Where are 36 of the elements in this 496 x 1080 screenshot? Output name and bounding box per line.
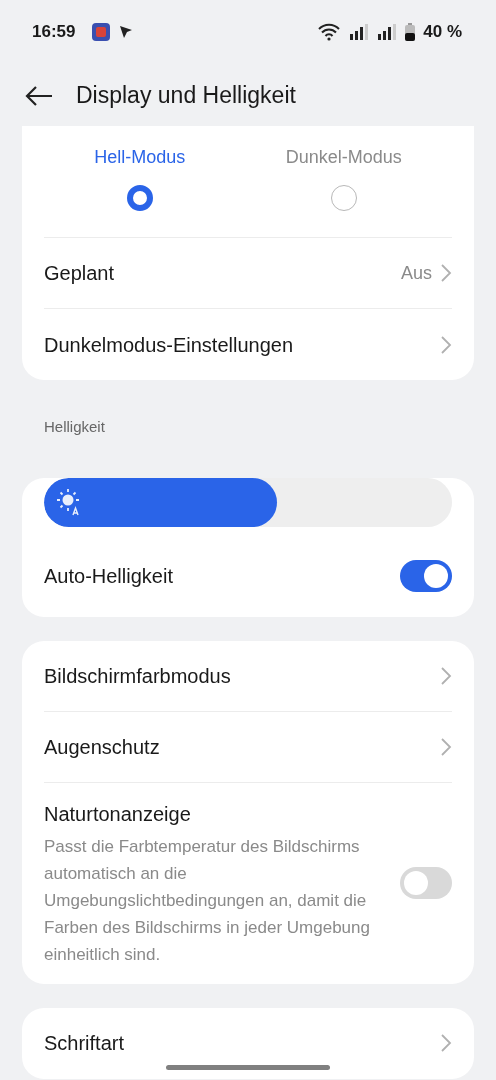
setting-description: Passt die Farbtemperatur des Bildschirms automatisch an die Umgebungslichtbedingungen an, damit die Farben des Bildschirms in jeder Umgebung einheitlich sind. bbox=[44, 835, 371, 966]
setting-label: Bildschirmfarbmodus bbox=[44, 663, 231, 689]
chevron-icon bbox=[440, 334, 452, 355]
setting-label: Auto-Helligkeit bbox=[44, 563, 173, 589]
brightness-slider[interactable] bbox=[44, 477, 452, 527]
setting-row[interactable]: Bildschirmfarbmodus bbox=[44, 640, 452, 712]
setting-value: Aus bbox=[400, 261, 432, 285]
back-arrow-icon bbox=[24, 84, 54, 107]
theme-option[interactable]: Hell-Modus bbox=[94, 144, 186, 211]
signal-icon bbox=[377, 24, 398, 40]
battery-icon bbox=[405, 23, 416, 41]
wifi-icon bbox=[317, 23, 342, 41]
chevron-icon bbox=[440, 736, 452, 757]
radio-button[interactable] bbox=[126, 185, 153, 211]
chevron-icon bbox=[440, 1033, 452, 1053]
notification-icon bbox=[119, 25, 134, 39]
setting-row[interactable]: Augenschutz bbox=[44, 711, 452, 783]
section-label: Helligkeit bbox=[43, 417, 106, 437]
back-button[interactable] bbox=[24, 83, 54, 107]
setting-label: Dunkelmodus-Einstellungen bbox=[44, 332, 294, 358]
setting-label: Naturtonanzeige bbox=[44, 801, 192, 827]
setting-label: Geplant bbox=[44, 261, 115, 286]
setting-row[interactable]: Schriftart bbox=[44, 1007, 452, 1079]
setting-label: Schriftart bbox=[44, 1031, 125, 1056]
battery-level: 40 % bbox=[423, 21, 462, 44]
setting-row[interactable]: Geplant Aus bbox=[44, 238, 452, 309]
time: 16:59 bbox=[32, 21, 76, 44]
signal-icon bbox=[349, 24, 370, 40]
page-title: Display und Helligkeit bbox=[76, 80, 296, 110]
chevron-icon bbox=[440, 665, 452, 686]
setting-row[interactable]: Dunkelmodus-Einstellungen bbox=[44, 309, 452, 380]
chevron-icon bbox=[440, 263, 452, 283]
toggle-switch[interactable] bbox=[400, 559, 452, 592]
toggle-switch[interactable] bbox=[400, 867, 452, 899]
app-icon bbox=[91, 22, 112, 42]
setting-label: Augenschutz bbox=[44, 734, 160, 760]
